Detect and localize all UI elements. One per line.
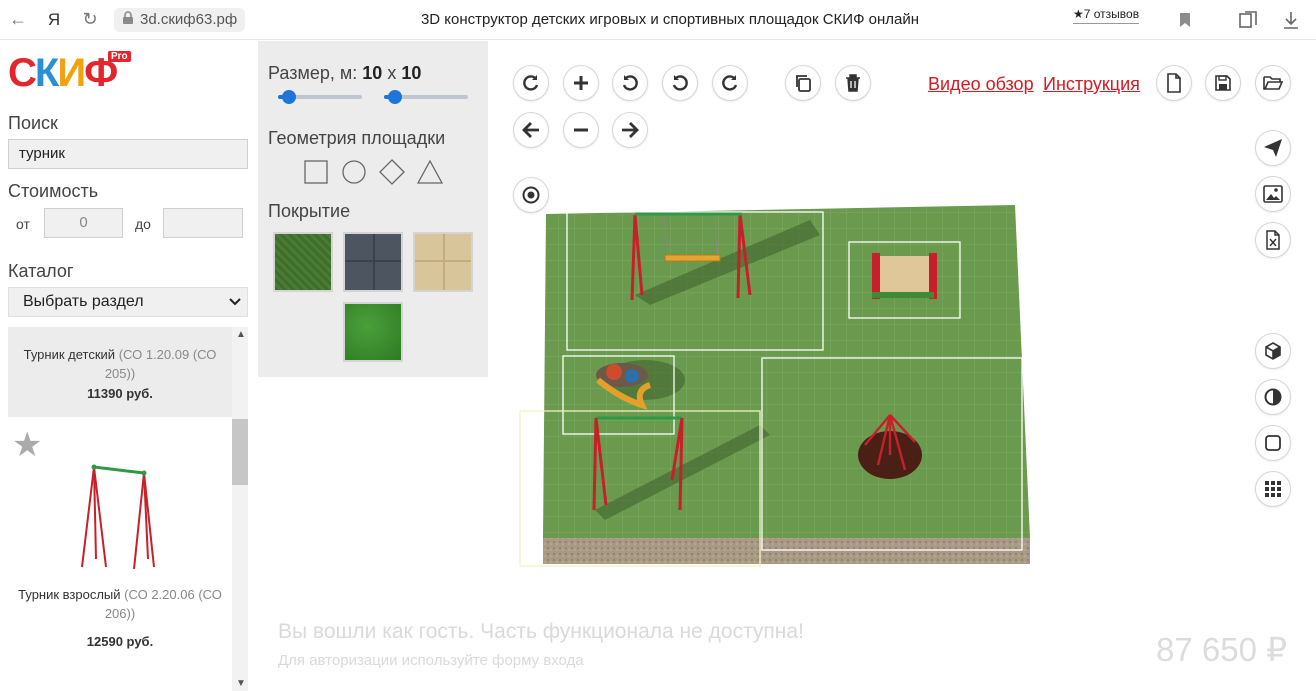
image-icon[interactable] xyxy=(1255,176,1291,212)
width-slider[interactable] xyxy=(278,90,362,104)
list-item[interactable]: ★ Турник взрослый (СО 2.20.06 (СО 206)) … xyxy=(8,419,232,691)
chevron-down-icon xyxy=(229,288,241,326)
from-label: от xyxy=(16,216,30,232)
pullup-bar-image xyxy=(81,464,155,570)
playground-3d-view[interactable] xyxy=(510,180,1040,580)
page-title: 3D конструктор детских игровых и спортив… xyxy=(420,11,920,28)
height-slider[interactable] xyxy=(384,90,468,104)
sandbox-model[interactable] xyxy=(872,253,937,299)
skif-logo: СКИФ xyxy=(8,51,118,95)
slider-knob[interactable] xyxy=(282,90,296,104)
copy-icon[interactable] xyxy=(785,65,821,101)
cover-label: Покрытие xyxy=(268,201,351,221)
redo-icon[interactable] xyxy=(712,65,748,101)
item-name: Турник взрослый xyxy=(18,587,121,602)
collections-icon[interactable] xyxy=(1238,0,1258,40)
cover-grass[interactable] xyxy=(273,232,333,292)
playground-settings: Размер, м: 10 x 10 Геометрия площадки По… xyxy=(258,41,488,377)
instruction-link[interactable]: Инструкция xyxy=(1043,74,1140,95)
catalog-select[interactable]: Выбрать раздел xyxy=(8,287,248,317)
product-list: Турник детский (СО 1.20.09 (СО 205)) 113… xyxy=(8,327,248,691)
browser-toolbar: ← Я ↻ 3d.скиф63.рф 3D конструктор детски… xyxy=(0,0,1316,40)
item-code: (СО 2.20.06 (СО 206)) xyxy=(104,587,222,621)
reload-icon[interactable]: ↻ xyxy=(72,0,108,40)
reviews-link[interactable]: ★7 отзывов xyxy=(1073,7,1140,24)
back-icon[interactable]: ← xyxy=(0,0,36,40)
catalog-label: Каталог xyxy=(8,261,74,281)
cover-artificial-turf[interactable] xyxy=(343,302,403,362)
triangle-shape-icon[interactable] xyxy=(417,159,443,185)
auth-hint: Для авторизации используйте форму входа xyxy=(278,652,584,669)
search-input[interactable]: турник xyxy=(8,139,248,169)
pro-badge: Pro xyxy=(108,51,131,62)
to-label: до xyxy=(135,216,151,232)
yandex-icon[interactable]: Я xyxy=(36,0,72,40)
total-price: 87 650 ₽ xyxy=(1156,631,1288,668)
url-text: 3d.скиф63.рф xyxy=(140,11,238,28)
item-name: Турник детский xyxy=(23,347,116,362)
rotate-left-icon[interactable] xyxy=(662,65,698,101)
download-icon[interactable] xyxy=(1283,0,1299,40)
scroll-up-icon[interactable]: ▲ xyxy=(236,329,246,340)
circle-shape-icon[interactable] xyxy=(341,159,367,185)
new-file-icon[interactable] xyxy=(1156,65,1192,101)
cover-gray-tiles[interactable] xyxy=(343,232,403,292)
item-price: 12590 руб. xyxy=(86,634,154,649)
cube-icon[interactable] xyxy=(1255,333,1291,369)
square-icon[interactable] xyxy=(1255,425,1291,461)
grid-icon[interactable] xyxy=(1255,471,1291,507)
list-item[interactable]: Турник детский (СО 1.20.09 (СО 205)) 113… xyxy=(8,327,232,417)
video-review-link[interactable]: Видео обзор xyxy=(928,74,1034,95)
lock-icon xyxy=(122,11,134,28)
rotate-right-icon[interactable] xyxy=(513,65,549,101)
cover-sand-tiles[interactable] xyxy=(413,232,473,292)
list-scrollbar[interactable]: ▲ ▼ xyxy=(232,327,248,691)
diamond-shape-icon[interactable] xyxy=(379,159,405,185)
scroll-thumb[interactable] xyxy=(232,419,248,485)
scroll-down-icon[interactable]: ▼ xyxy=(236,678,246,689)
minus-icon[interactable] xyxy=(563,112,599,148)
save-icon[interactable] xyxy=(1205,65,1241,101)
excel-icon[interactable] xyxy=(1255,222,1291,258)
trash-icon[interactable] xyxy=(835,65,871,101)
guest-notice: Вы вошли как гость. Часть функционала не… xyxy=(278,620,804,643)
search-label: Поиск xyxy=(8,113,58,133)
slider-knob[interactable] xyxy=(388,90,402,104)
add-icon[interactable] xyxy=(563,65,599,101)
arrow-left-icon[interactable] xyxy=(513,112,549,148)
square-shape-icon[interactable] xyxy=(303,159,329,185)
arrow-right-icon[interactable] xyxy=(612,112,648,148)
cost-label: Стоимость xyxy=(8,181,99,201)
size-height: 10 xyxy=(401,63,422,83)
bookmark-icon[interactable] xyxy=(1178,0,1192,40)
size-separator: x xyxy=(387,63,397,83)
item-price: 11390 руб. xyxy=(87,386,153,401)
price-to-input[interactable] xyxy=(163,208,243,238)
price-from-input[interactable]: 0 xyxy=(44,208,123,238)
size-label: Размер, м: 10 x 10 xyxy=(268,63,422,83)
size-width: 10 xyxy=(362,63,383,83)
item-code: (СО 1.20.09 (СО 205)) xyxy=(104,347,217,381)
send-icon[interactable] xyxy=(1255,130,1291,166)
open-folder-icon[interactable] xyxy=(1255,65,1291,101)
left-sidebar: СКИФ Pro Поиск турник Стоимость от 0 до … xyxy=(0,41,258,691)
geometry-label: Геометрия площадки xyxy=(268,128,446,148)
address-bar[interactable]: 3d.скиф63.рф xyxy=(114,7,246,32)
contrast-icon[interactable] xyxy=(1255,379,1291,415)
undo-icon[interactable] xyxy=(612,65,648,101)
